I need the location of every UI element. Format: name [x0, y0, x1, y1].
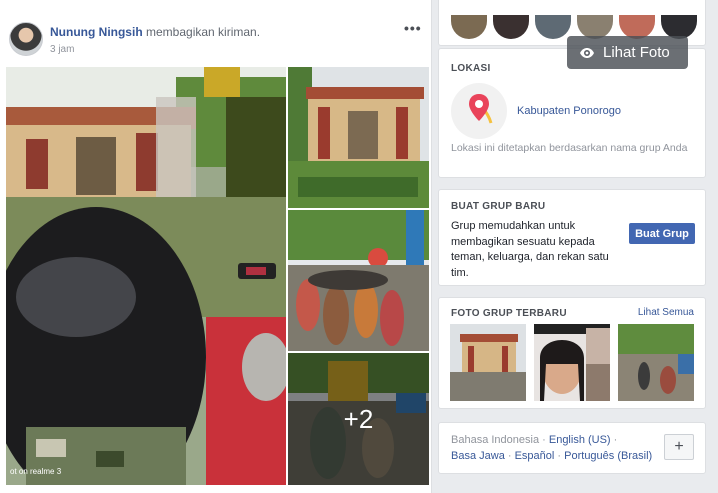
see-all-link[interactable]: Lihat Semua: [638, 307, 694, 318]
post-author-line: Nunung Ningsih membagikan kiriman.: [50, 25, 260, 39]
create-group-title: BUAT GRUP BARU: [451, 201, 546, 212]
language-separator: ·: [504, 450, 515, 462]
right-sidebar: LOKASI Kabupaten Ponorogo Lokasi ini dit…: [438, 0, 706, 493]
language-separator: ·: [610, 434, 618, 446]
recent-photos-card: FOTO GRUP TERBARU Lihat Semua: [438, 297, 706, 409]
language-row-1: Bahasa Indonesia · English (US) ·: [451, 434, 617, 446]
map-pin-icon: [451, 83, 507, 139]
author-name-link[interactable]: Nunung Ningsih: [50, 25, 143, 39]
camera-credit-text: ot on realme 3: [10, 467, 62, 476]
more-options-icon[interactable]: •••: [404, 20, 422, 36]
member-avatar[interactable]: [451, 15, 487, 39]
language-link-spanish[interactable]: Español: [515, 450, 555, 462]
post-card: Nunung Ningsih membagikan kiriman. 3 jam…: [0, 0, 432, 493]
create-group-card: BUAT GRUP BARU Grup memudahkan untuk mem…: [438, 189, 706, 286]
eye-icon: [580, 47, 594, 58]
language-link-javanese[interactable]: Basa Jawa: [451, 450, 505, 462]
view-photo-button[interactable]: Lihat Foto: [567, 36, 688, 69]
post-timestamp[interactable]: 3 jam: [50, 44, 74, 55]
location-name-link[interactable]: Kabupaten Ponorogo: [517, 105, 621, 117]
language-link-portuguese[interactable]: Português (Brasil): [564, 450, 652, 462]
author-avatar[interactable]: [9, 22, 43, 56]
recent-photo-thumb[interactable]: [534, 324, 610, 401]
view-photo-label: Lihat Foto: [603, 44, 670, 61]
member-avatar[interactable]: [535, 15, 571, 39]
add-language-button[interactable]: +: [664, 434, 694, 460]
location-note: Lokasi ini ditetapkan berdasarkan nama g…: [451, 142, 688, 154]
recent-photo-thumb[interactable]: [450, 324, 526, 401]
more-photos-overlay[interactable]: +2: [288, 353, 429, 485]
post-photo-crowd[interactable]: [288, 210, 429, 351]
language-link-english[interactable]: English (US): [549, 434, 611, 446]
language-card: Bahasa Indonesia · English (US) · Basa J…: [438, 422, 706, 474]
post-photo-main[interactable]: ot on realme 3: [6, 67, 286, 485]
create-group-description: Grup memudahkan untuk membagikan sesuatu…: [451, 220, 609, 279]
post-photo-house[interactable]: [288, 67, 429, 208]
recent-photo-thumb[interactable]: [618, 324, 694, 401]
post-photo-more[interactable]: +2: [288, 353, 429, 485]
current-language: Bahasa Indonesia: [451, 434, 540, 446]
language-separator: ·: [539, 434, 549, 446]
member-avatar[interactable]: [493, 15, 529, 39]
post-header: Nunung Ningsih membagikan kiriman. 3 jam…: [0, 0, 431, 66]
language-row-2: Basa Jawa · Español · Português (Brasil): [451, 450, 652, 462]
recent-photos-title: FOTO GRUP TERBARU: [451, 308, 567, 319]
post-action-text: membagikan kiriman.: [146, 25, 261, 39]
location-title: LOKASI: [451, 63, 491, 74]
create-group-button[interactable]: Buat Grup: [629, 223, 695, 244]
language-separator: ·: [554, 450, 565, 462]
post-photo-grid: ot on realme 3 +2: [6, 67, 429, 485]
